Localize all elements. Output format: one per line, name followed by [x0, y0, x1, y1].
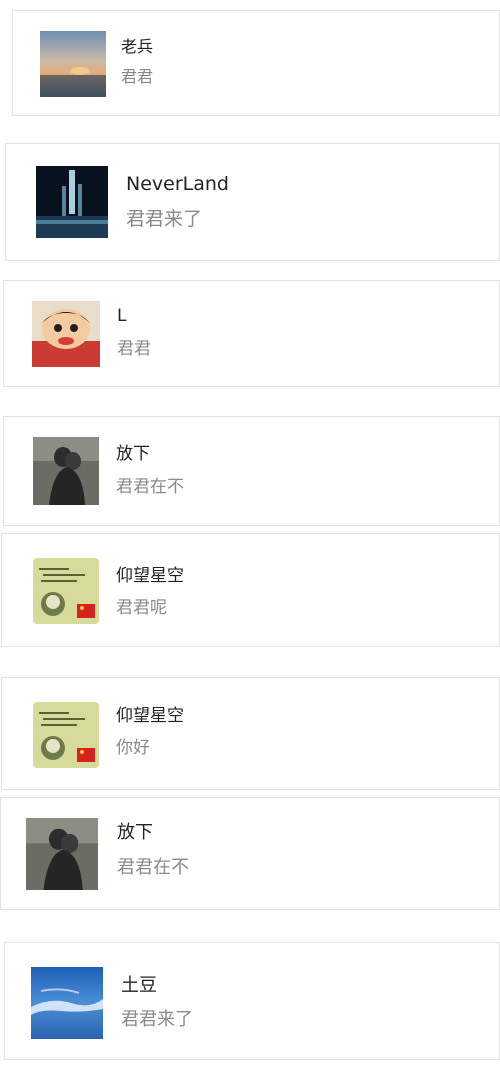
chat-list-item[interactable]: 仰望星空 你好 [1, 677, 500, 790]
meme-flag-avatar-icon [33, 702, 99, 768]
contact-name: 仰望星空 [116, 706, 184, 726]
message-preview: 君君 [121, 67, 154, 86]
couple-photo-avatar-icon [33, 437, 99, 505]
message-preview: 君君呢 [116, 598, 167, 618]
chat-list-item[interactable]: 仰望星空 君君呢 [1, 533, 500, 647]
message-preview: 君君来了 [126, 208, 203, 230]
contact-name: 老兵 [121, 37, 154, 56]
contact-name: 放下 [116, 444, 150, 464]
couple-photo-avatar-icon [26, 818, 98, 890]
meme-flag-avatar-icon [33, 558, 99, 624]
chat-list-item[interactable]: 土豆 君君来了 [4, 942, 500, 1060]
cartoon-boy-avatar-icon [32, 301, 100, 367]
message-preview: 君君来了 [121, 1009, 193, 1030]
chat-list-item[interactable]: L 君君 [3, 280, 500, 387]
contact-name: 土豆 [121, 975, 157, 996]
blue-sky-avatar-icon [31, 967, 103, 1039]
night-fountain-avatar-icon [36, 166, 108, 238]
chat-list-item[interactable]: 放下 君君在不 [0, 797, 500, 910]
message-preview: 君君在不 [117, 857, 189, 878]
message-preview: 君君在不 [116, 477, 184, 497]
contact-name: 仰望星空 [116, 566, 184, 586]
sunset-sky-avatar-icon [40, 31, 106, 97]
chat-list-item[interactable]: 老兵 君君 [12, 10, 500, 116]
chat-list-item[interactable]: 放下 君君在不 [3, 416, 500, 526]
chat-list-item[interactable]: NeverLand 君君来了 [5, 143, 500, 261]
contact-name: L [117, 306, 127, 326]
contact-name: NeverLand [126, 173, 229, 195]
message-preview: 君君 [117, 339, 151, 359]
contact-name: 放下 [117, 822, 153, 843]
message-preview: 你好 [116, 738, 150, 758]
